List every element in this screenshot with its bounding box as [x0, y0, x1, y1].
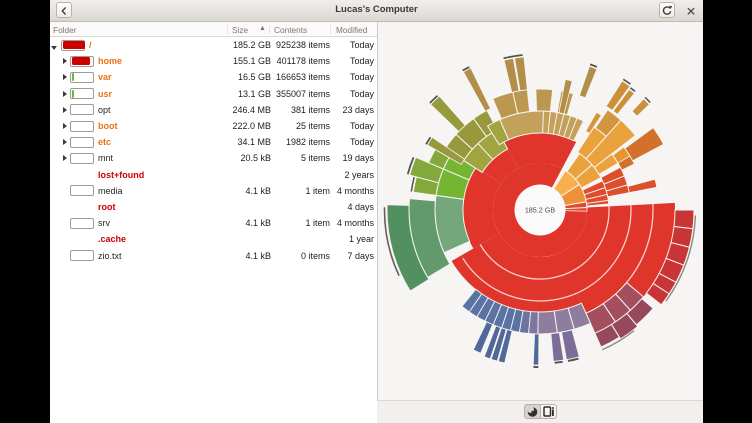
- svg-text:185.2 GB: 185.2 GB: [525, 206, 556, 215]
